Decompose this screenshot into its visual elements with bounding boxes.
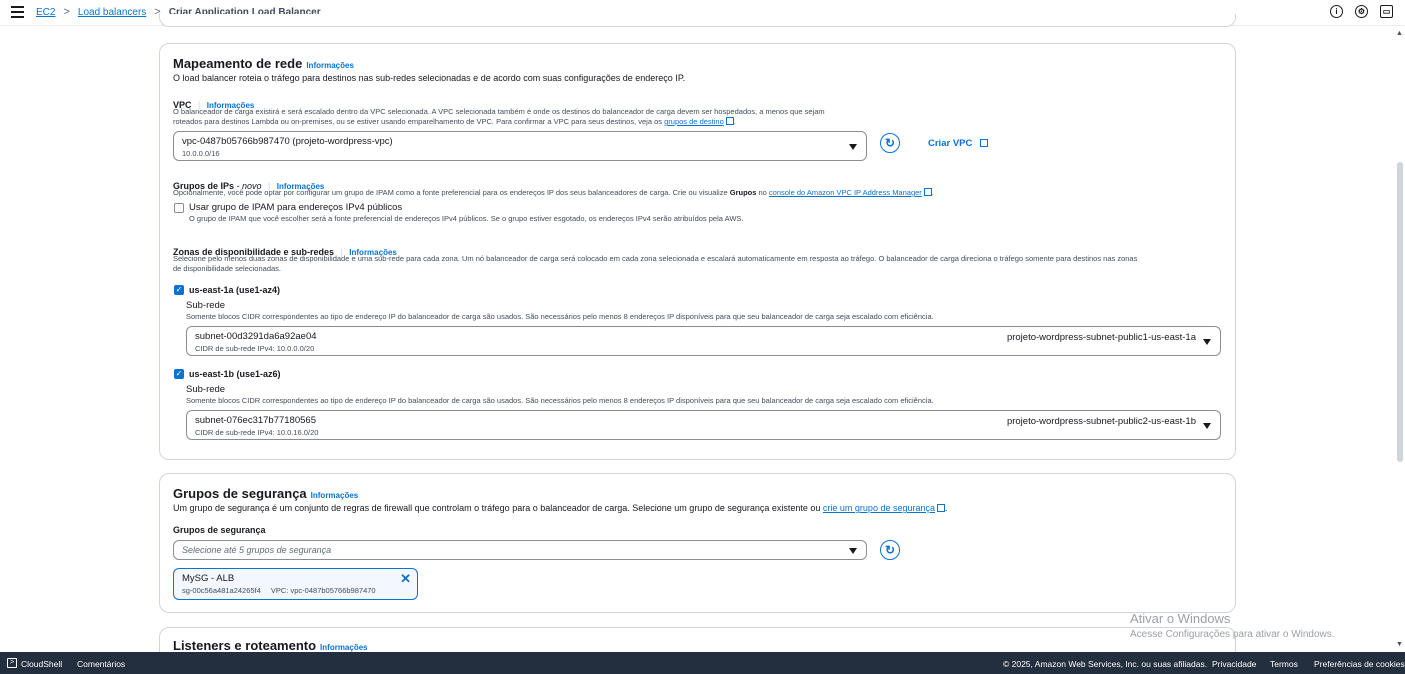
external-link-icon — [980, 139, 988, 147]
vpc-description-2: roteados para destinos Lambda ou on-prem… — [173, 117, 663, 126]
menu-icon[interactable] — [11, 6, 24, 18]
zone-1a-subnet-name: projeto-wordpress-subnet-public1-us-east… — [1006, 332, 1196, 343]
scroll-down-icon[interactable]: ▼ — [1396, 641, 1403, 648]
vpc-select[interactable]: vpc-0487b05766b987470 (projeto-wordpress… — [173, 131, 867, 161]
zone-1b-subnet-description: Somente blocos CIDR correspondentes ao t… — [186, 396, 934, 405]
ipam-console-link[interactable]: console do Amazon VPC IP Address Manager — [769, 188, 922, 197]
token-vpc: VPC: vpc-0487b05766b987470 — [270, 586, 376, 595]
chevron-right-icon: > — [63, 6, 70, 18]
copyright-text: © 2025, Amazon Web Services, Inc. ou sua… — [1003, 659, 1208, 669]
target-groups-link[interactable]: grupos de destino — [664, 117, 724, 126]
vpc-select-cidr: 10.0.0.0/16 — [182, 149, 220, 158]
zone-1b-subnet-select[interactable]: subnet-076ec317b77180565 CIDR de sub-red… — [186, 410, 1221, 440]
zone-1b-checkbox[interactable]: ✓ — [174, 369, 184, 379]
az-description-1: Selecione pelo menos duas zonas de dispo… — [173, 254, 1138, 263]
listeners-title: Listeners e roteamento — [173, 638, 317, 653]
create-vpc-label: Criar VPC — [928, 138, 973, 149]
token-id: sg-00c56a481a24265f4 — [182, 586, 261, 595]
feedback-link[interactable]: Comentários — [77, 659, 125, 669]
ipam-checkbox-label: Usar grupo de IPAM para endereços IPv4 p… — [189, 202, 403, 213]
security-groups-select[interactable]: Selecione até 5 grupos de segurança — [173, 540, 867, 560]
create-security-group-link[interactable]: crie um grupo de segurança — [823, 503, 935, 513]
network-mapping-title: Mapeamento de rede — [173, 56, 303, 71]
external-link-icon — [937, 504, 945, 512]
network-description: O load balancer roteia o tráfego para de… — [173, 73, 686, 83]
caret-down-icon — [1203, 339, 1211, 345]
scroll-up-icon[interactable]: ▲ — [1396, 30, 1403, 37]
token-name: MySG - ALB — [182, 573, 235, 584]
external-link-icon — [923, 188, 932, 196]
caret-down-icon — [849, 144, 857, 150]
network-info-link[interactable]: Informações — [306, 61, 354, 70]
ipam-description: Opcionalmente, você pode optar por confi… — [173, 188, 728, 197]
refresh-icon[interactable]: ↻ — [880, 133, 900, 153]
caret-down-icon — [1203, 423, 1211, 429]
zone-1b-subnet-id: subnet-076ec317b77180565 — [195, 415, 316, 426]
cookie-preferences-link[interactable]: Preferências de cookies — [1314, 659, 1405, 669]
zone-1a-subnet-label: Sub-rede — [186, 300, 226, 311]
zone-1a-subnet-cidr: CIDR de sub-rede IPv4: 10.0.0.0/20 — [195, 344, 315, 353]
info-icon[interactable]: i — [1330, 5, 1343, 18]
ipam-checkbox[interactable] — [174, 203, 184, 213]
footer: > CloudShell Comentários © 2025, Amazon … — [0, 652, 1405, 674]
az-description-2: de disponibilidade selecionadas. — [173, 264, 281, 273]
listeners-info-link[interactable]: Informações — [320, 643, 368, 652]
ipam-description-no: no — [756, 188, 769, 197]
zone-1b-subnet-label: Sub-rede — [186, 384, 226, 395]
ipam-description-bold: Grupos — [729, 188, 757, 197]
cloudshell-icon: > — [7, 658, 17, 668]
zone-1a-checkbox[interactable]: ✓ — [174, 285, 184, 295]
cloudshell-button[interactable]: CloudShell — [21, 659, 62, 669]
scrollbar-thumb[interactable] — [1397, 162, 1403, 462]
security-group-token: MySG - ALB sg-00c56a481a24265f4 VPC: vpc… — [173, 568, 418, 600]
previous-section-edge — [159, 14, 1236, 27]
zone-1a-subnet-id: subnet-00d3291da6a92ae04 — [195, 331, 317, 342]
zone-1a-subnet-description: Somente blocos CIDR correspondentes ao t… — [186, 312, 934, 321]
security-groups-field-label: Grupos de segurança — [173, 525, 266, 535]
security-info-link[interactable]: Informações — [311, 491, 359, 500]
security-description: Um grupo de segurança é um conjunto de r… — [173, 503, 821, 513]
windows-watermark-subtitle: Acesse Configurações para ativar o Windo… — [1130, 629, 1335, 640]
zone-1b-label: us-east-1b (use1-az6) — [189, 369, 281, 379]
settings-icon[interactable]: ⚙ — [1355, 5, 1368, 18]
create-vpc-link[interactable]: Criar VPC — [928, 138, 988, 149]
security-groups-placeholder: Selecione até 5 grupos de segurança — [182, 545, 332, 555]
close-icon[interactable]: ✕ — [400, 571, 411, 587]
terms-link[interactable]: Termos — [1270, 659, 1298, 669]
caret-down-icon — [849, 548, 857, 554]
windows-watermark-title: Ativar o Windows — [1130, 611, 1231, 626]
zone-1b-subnet-cidr: CIDR de sub-rede IPv4: 10.0.16.0/20 — [195, 428, 319, 437]
privacy-link[interactable]: Privacidade — [1212, 659, 1256, 669]
ipam-checkbox-description: O grupo de IPAM que você escolher será a… — [189, 214, 744, 223]
zone-1b-subnet-name: projeto-wordpress-subnet-public2-us-east… — [1006, 416, 1196, 427]
notifications-icon[interactable]: ▭ — [1380, 5, 1393, 18]
breadcrumb-load-balancers[interactable]: Load balancers — [78, 7, 146, 18]
security-groups-title: Grupos de segurança — [173, 486, 307, 501]
external-link-icon — [725, 117, 734, 125]
zone-1a-subnet-select[interactable]: subnet-00d3291da6a92ae04 CIDR de sub-red… — [186, 326, 1221, 356]
zone-1a-label: us-east-1a (use1-az4) — [189, 285, 281, 295]
vpc-description-1: O balanceador de carga existirá e será e… — [173, 107, 825, 116]
refresh-icon[interactable]: ↻ — [880, 540, 900, 560]
breadcrumb-ec2[interactable]: EC2 — [36, 7, 55, 18]
vpc-select-value: vpc-0487b05766b987470 (projeto-wordpress… — [182, 136, 393, 147]
scrollbar[interactable]: ▲ ▼ — [1395, 26, 1405, 652]
